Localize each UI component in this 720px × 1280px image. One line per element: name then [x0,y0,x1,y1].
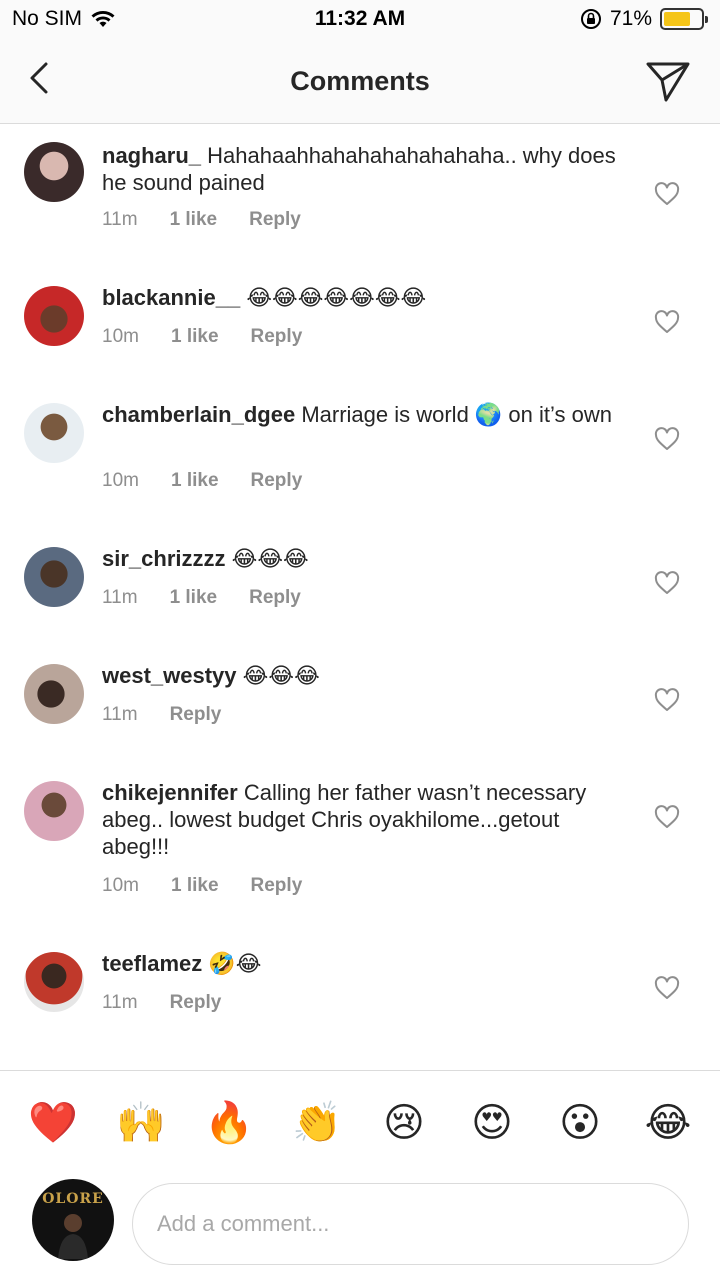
red-heart-emoji-button[interactable]: ❤️ [28,1101,78,1145]
crying-face-emoji-button[interactable]: 😢 [380,1101,428,1145]
reply-button[interactable]: Reply [249,209,301,231]
comment-time: 11m [102,209,138,230]
comment-text: teeflamez 🤣😂 [102,950,622,977]
reply-button[interactable]: Reply [170,992,222,1014]
comment-message: 🤣😂 [208,951,262,976]
orientation-lock-icon [580,9,601,29]
avatar[interactable] [24,781,84,841]
comment-meta: 10m 1 like Reply [102,875,302,897]
paper-plane-icon [646,62,690,102]
avatar[interactable] [24,664,84,724]
comment-username[interactable]: teeflamez [102,951,202,976]
comment-username[interactable]: west_westyy [102,663,237,688]
raising-hands-emoji-button[interactable]: 🙌 [116,1101,166,1145]
comment-text: nagharu_ Hahahaahhahahahahahahaha.. why … [102,142,622,196]
reply-button[interactable]: Reply [170,704,222,726]
heart-icon[interactable] [654,427,680,451]
reply-button[interactable]: Reply [251,326,303,348]
share-button[interactable] [644,56,692,104]
comment-meta: 11m Reply [102,992,221,1014]
heart-icon[interactable] [654,182,680,206]
heart-icon[interactable] [654,805,680,829]
comment-input[interactable] [132,1183,689,1265]
comment-time: 10m [102,875,139,896]
comment-username[interactable]: chikejennifer [102,780,238,805]
comment-likes[interactable]: 1 like [170,209,218,231]
battery-percent: 71% [609,7,652,30]
clapping-hands-emoji-button[interactable]: 👏 [292,1101,342,1145]
comments-list[interactable]: nagharu_ Hahahaahhahahahahahahaha.. why … [0,124,720,1070]
avatar-figure-icon [58,1214,88,1259]
heart-eyes-emoji-button[interactable]: 😍 [468,1101,516,1145]
avatar[interactable] [24,403,84,463]
comment-text: blackannie__ 😂😂😂😂😂😂😂 [102,284,622,311]
heart-icon[interactable] [654,571,680,595]
avatar[interactable] [24,142,84,202]
comment-username[interactable]: chamberlain_dgee [102,402,295,427]
comment-message: 😂😂😂 [231,546,309,571]
fire-emoji-button[interactable]: 🔥 [204,1101,254,1145]
avatar[interactable] [24,547,84,607]
heart-icon[interactable] [654,976,680,1000]
comment-meta: 10m 1 like Reply [102,326,302,348]
battery-icon [660,8,708,30]
comment-message: Marriage is world 🌍 on it’s own [301,402,612,427]
status-bar: No SIM 11:32 AM 71% [0,0,720,40]
page-title: Comments [290,66,430,96]
comment-username[interactable]: sir_chrizzzz [102,546,226,571]
comment-meta: 11m 1 like Reply [102,209,301,231]
comment-time: 11m [102,587,138,608]
comment-likes[interactable]: 1 like [171,470,219,492]
reply-button[interactable]: Reply [251,875,303,897]
comment-meta: 11m Reply [102,704,221,726]
comment-likes[interactable]: 1 like [171,326,219,348]
comment-meta: 10m 1 like Reply [102,470,302,492]
comment-message: 😂😂😂 [242,663,320,688]
comment-likes[interactable]: 1 like [170,587,218,609]
comment-time: 11m [102,704,138,725]
comment-message: 😂😂😂😂😂😂😂 [246,285,427,310]
surprised-face-emoji-button[interactable]: 😮 [556,1101,604,1145]
reply-button[interactable]: Reply [251,470,303,492]
comment-text: chamberlain_dgee Marriage is world 🌍 on … [102,401,622,428]
comment-likes[interactable]: 1 like [171,875,219,897]
comment-username[interactable]: nagharu_ [102,143,201,168]
comment-time: 10m [102,470,139,491]
heart-icon[interactable] [654,688,680,712]
reply-button[interactable]: Reply [249,587,301,609]
comment-username[interactable]: blackannie__ [102,285,240,310]
comment-meta: 11m 1 like Reply [102,587,301,609]
comment-text: west_westyy 😂😂😂 [102,662,622,689]
comment-text: chikejennifer Calling her father wasn’t … [102,779,622,860]
emoji-reaction-bar: ❤️ 🙌 🔥 👏 😢 😍 😮 😂 [0,1070,720,1175]
status-right: 71% [580,7,708,31]
avatar[interactable] [24,286,84,346]
comment-text: sir_chrizzzz 😂😂😂 [102,545,622,572]
heart-icon[interactable] [654,310,680,334]
comment-composer: OLORE [0,1175,720,1280]
avatar[interactable] [24,952,84,1012]
tears-of-joy-emoji-button[interactable]: 😂 [644,1101,692,1145]
comment-time: 11m [102,992,138,1013]
avatar[interactable]: OLORE [32,1179,114,1261]
battery-level [664,12,690,26]
comment-time: 10m [102,326,139,347]
header: Comments [0,40,720,124]
